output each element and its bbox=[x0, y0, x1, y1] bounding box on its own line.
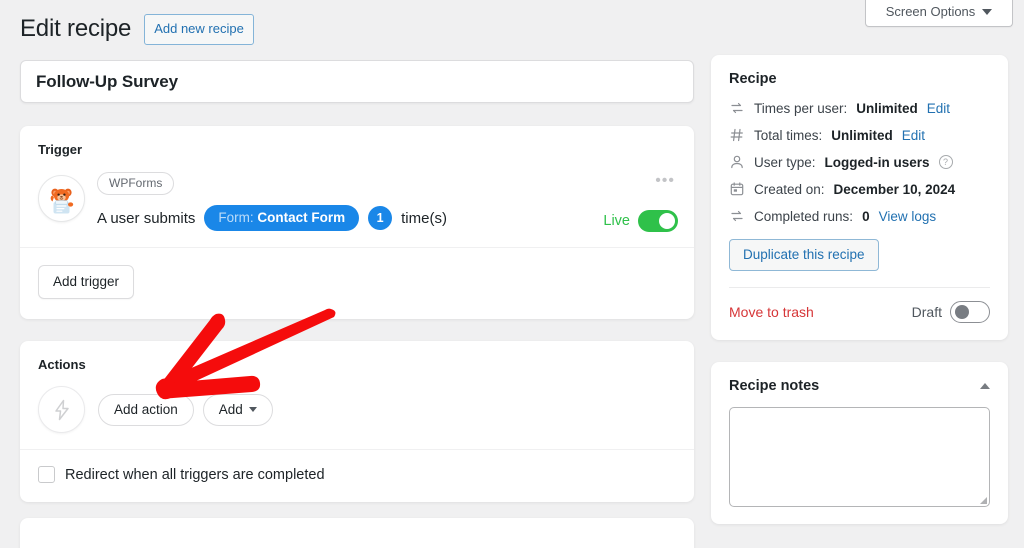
form-token-value: Contact Form bbox=[257, 210, 346, 225]
add-trigger-button[interactable]: Add trigger bbox=[38, 265, 135, 299]
trigger-card-label: Trigger bbox=[38, 142, 83, 157]
draft-label: Draft bbox=[911, 304, 942, 320]
recipe-notes-title: Recipe notes bbox=[729, 378, 820, 394]
add-dropdown-label: Add bbox=[218, 401, 243, 417]
meta-label: Created on: bbox=[754, 181, 825, 197]
recipe-footer-row: Move to trash Draft bbox=[729, 288, 990, 323]
edit-times-per-user-link[interactable]: Edit bbox=[927, 101, 950, 116]
draft-status: Draft bbox=[912, 301, 990, 323]
redirect-checkbox[interactable] bbox=[38, 466, 55, 483]
recipe-title-value: Follow-Up Survey bbox=[36, 71, 178, 91]
recipe-title-input[interactable]: Follow-Up Survey bbox=[20, 60, 694, 103]
recipe-notes-panel: Recipe notes bbox=[711, 362, 1008, 524]
ellipsis-icon[interactable]: ••• bbox=[655, 173, 675, 189]
actions-row: Add action Add bbox=[20, 372, 694, 450]
screen-options-label: Screen Options bbox=[885, 4, 976, 19]
edit-total-times-link[interactable]: Edit bbox=[902, 128, 925, 143]
help-icon[interactable]: ? bbox=[938, 155, 953, 169]
trigger-sentence-prefix: A user submits bbox=[97, 209, 196, 227]
duplicate-recipe-button[interactable]: Duplicate this recipe bbox=[729, 239, 879, 271]
times-suffix-label: time(s) bbox=[401, 209, 447, 227]
meta-value: Unlimited bbox=[856, 100, 918, 116]
meta-label: Total times: bbox=[754, 127, 823, 143]
lightning-bolt-icon bbox=[38, 386, 85, 433]
live-status-label: Live bbox=[603, 213, 630, 229]
calendar-icon bbox=[730, 182, 744, 196]
trigger-body: WPForms A user submits Form: Contact For… bbox=[97, 171, 447, 231]
times-count-token[interactable]: 1 bbox=[368, 206, 393, 230]
trigger-card: Trigger WPForms A user submits Form: Con… bbox=[20, 126, 694, 319]
recipe-notes-header: Recipe notes bbox=[729, 378, 990, 394]
add-new-recipe-button[interactable]: Add new recipe bbox=[144, 14, 254, 45]
integration-pill[interactable]: WPForms bbox=[97, 172, 175, 195]
user-icon bbox=[731, 155, 743, 169]
live-status-toggle[interactable] bbox=[638, 210, 678, 232]
meta-label: Completed runs: bbox=[754, 208, 854, 224]
actions-card: Actions Add action Add Redirect when all… bbox=[20, 341, 694, 502]
repeat-icon bbox=[731, 102, 743, 114]
add-trigger-row: Add trigger bbox=[20, 248, 694, 319]
recipe-editor-screen: Screen Options Edit recipe Add new recip… bbox=[0, 0, 1024, 548]
view-logs-link[interactable]: View logs bbox=[879, 209, 937, 224]
screen-options-button[interactable]: Screen Options bbox=[865, 0, 1013, 27]
meta-row-total-times: Total times: Unlimited Edit bbox=[729, 127, 990, 143]
recipe-panel: Recipe Times per user: Unlimited Edit To… bbox=[711, 55, 1008, 340]
meta-label: Times per user: bbox=[754, 100, 848, 116]
move-to-trash-link[interactable]: Move to trash bbox=[729, 304, 814, 320]
page-header: Edit recipe Add new recipe bbox=[20, 14, 254, 45]
add-action-button[interactable]: Add action bbox=[98, 393, 194, 426]
meta-value: Logged-in users bbox=[824, 154, 930, 170]
meta-row-user-type: User type: Logged-in users ? bbox=[729, 154, 990, 170]
wpforms-mascot-icon bbox=[38, 175, 85, 222]
meta-value: 0 bbox=[862, 208, 870, 224]
sidebar-column: Recipe Times per user: Unlimited Edit To… bbox=[711, 55, 1008, 524]
chevron-down-icon bbox=[248, 406, 257, 412]
caret-down-icon bbox=[982, 8, 993, 15]
next-card-partial bbox=[20, 518, 694, 548]
redirect-row: Redirect when all triggers are completed bbox=[20, 450, 694, 502]
meta-row-times-per-user: Times per user: Unlimited Edit bbox=[729, 100, 990, 116]
action-buttons-group: Add action Add bbox=[98, 393, 273, 426]
draft-toggle[interactable] bbox=[950, 301, 990, 323]
meta-row-completed-runs: Completed runs: 0 View logs bbox=[729, 208, 990, 224]
caret-up-icon[interactable] bbox=[980, 383, 990, 389]
meta-value: Unlimited bbox=[831, 127, 893, 143]
form-token-key: Form: bbox=[218, 210, 254, 225]
trigger-row: WPForms A user submits Form: Contact For… bbox=[20, 157, 694, 248]
page-title: Edit recipe bbox=[20, 14, 132, 42]
form-token[interactable]: Form: Contact Form bbox=[204, 205, 360, 231]
trigger-status: Live bbox=[603, 210, 678, 232]
hash-icon bbox=[730, 128, 743, 142]
trigger-sentence: A user submits Form: Contact Form 1 time… bbox=[97, 205, 447, 231]
redirect-label: Redirect when all triggers are completed bbox=[65, 466, 325, 483]
repeat-icon bbox=[731, 210, 743, 222]
meta-label: User type: bbox=[754, 154, 816, 170]
meta-row-created-on: Created on: December 10, 2024 bbox=[729, 181, 990, 197]
actions-card-label: Actions bbox=[38, 357, 86, 372]
recipe-panel-title: Recipe bbox=[729, 71, 777, 87]
add-dropdown-button[interactable]: Add bbox=[202, 393, 273, 426]
meta-value: December 10, 2024 bbox=[833, 181, 956, 197]
recipe-notes-textarea[interactable] bbox=[729, 407, 990, 507]
main-column: Follow-Up Survey Trigger WPForms A user … bbox=[20, 60, 694, 548]
